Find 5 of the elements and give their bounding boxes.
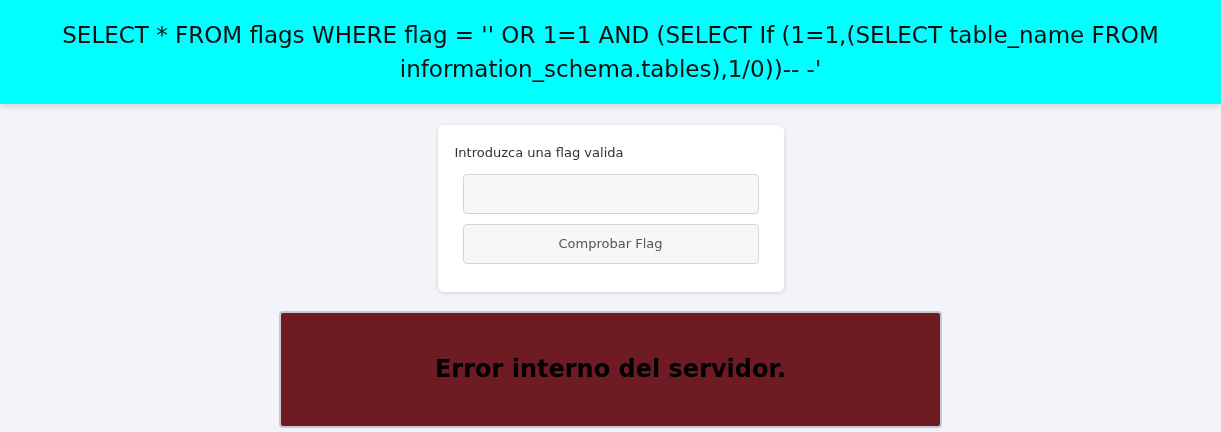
- check-flag-button[interactable]: Comprobar Flag: [462, 223, 759, 264]
- sql-query-text: SELECT * FROM flags WHERE flag = '' OR 1=1 AND (SELECT If (1=1,(SELECT table_name FROM information_schema.tables),1/0))-- -': [61, 21, 1160, 84]
- flag-input-field[interactable]: [462, 173, 759, 214]
- flag-label: Introduzca una flag valida: [454, 144, 625, 162]
- error-message: Error interno del servidor.: [434, 354, 787, 385]
